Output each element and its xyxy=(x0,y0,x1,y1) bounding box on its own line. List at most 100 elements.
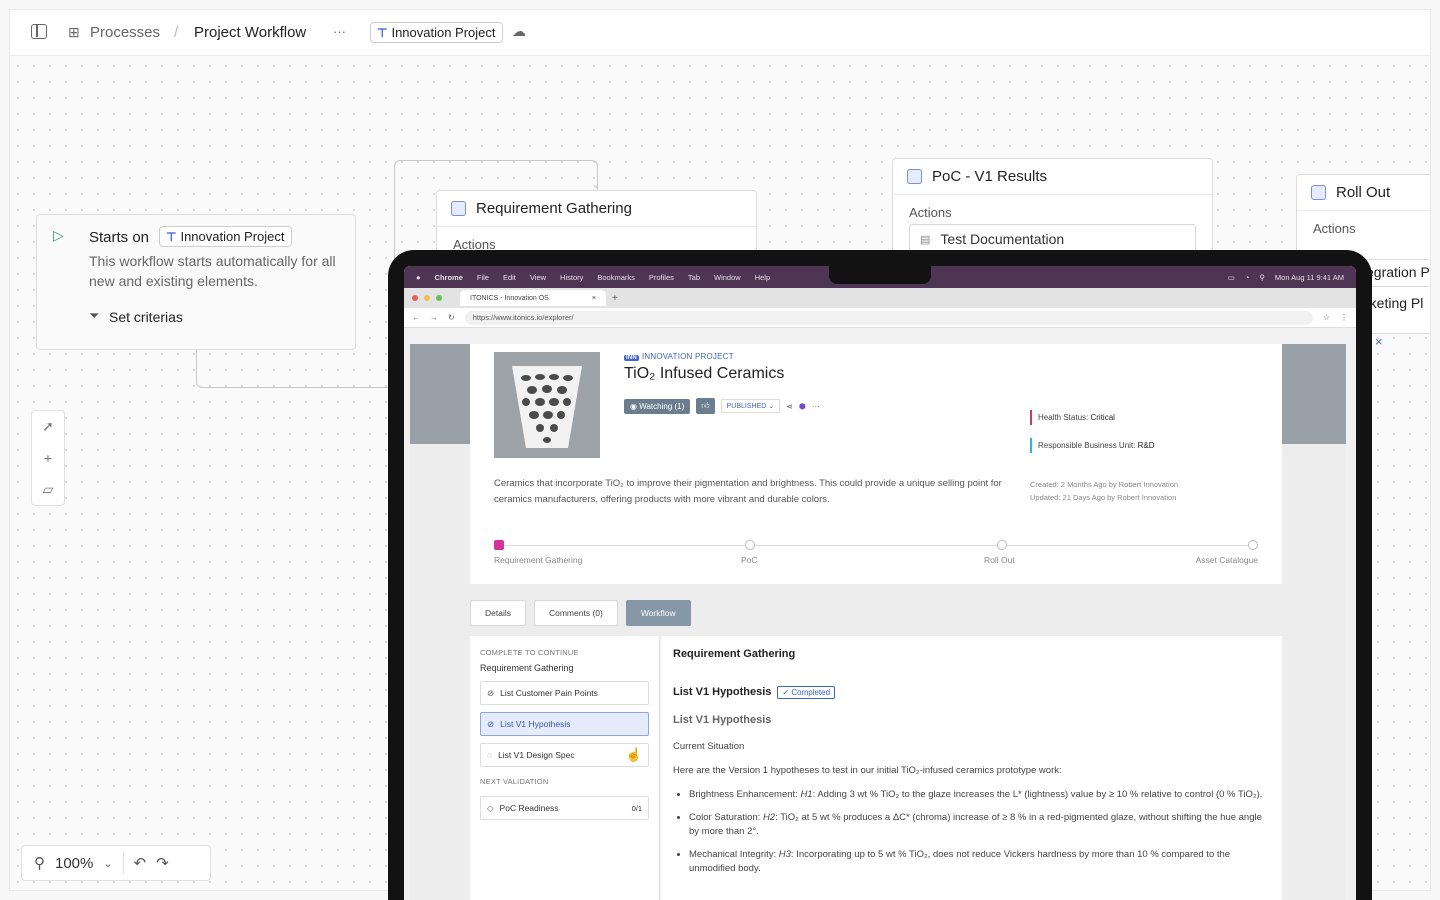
task-label: List V1 Hypothesis xyxy=(500,719,571,729)
element-type-chip[interactable]: ⊤ Innovation Project xyxy=(370,22,503,43)
chip-label: Innovation Project xyxy=(391,25,496,40)
stage-marker xyxy=(745,540,755,550)
processes-icon: ⊞ xyxy=(68,24,80,40)
minimize-window-icon[interactable] xyxy=(424,295,430,301)
check-circle-icon: ⊘ xyxy=(487,687,495,698)
validation-item[interactable]: ◇ PoC Readiness 0/1 xyxy=(480,796,649,820)
start-node-chip[interactable]: ⊤ Innovation Project xyxy=(159,226,292,247)
menu-item[interactable]: Bookmarks xyxy=(597,273,635,282)
share-icon[interactable]: ⋖ xyxy=(786,402,793,411)
pointer-icon[interactable]: ➚ xyxy=(42,418,54,435)
list-item: Color Saturation: H2: TiO₂ at 5 wt % pro… xyxy=(689,811,1270,839)
menu-item[interactable]: Help xyxy=(755,273,770,282)
clock: Mon Aug 11 9:41 AM xyxy=(1274,272,1344,282)
task-title-text: List V1 Hypothesis xyxy=(673,686,772,698)
stage-name: Requirement Gathering xyxy=(480,663,574,673)
like-icon[interactable]: 👍︎ xyxy=(696,398,715,414)
bullet-text: : TiO₂ at 5 wt % produces a ΔC* (chroma)… xyxy=(689,812,1262,837)
start-node[interactable]: ▷ Starts on ⊤ Innovation Project This wor… xyxy=(36,214,356,350)
task-title: List V1 Hypothesis ✓ Completed xyxy=(673,686,1270,699)
stage-label: Requirement Gathering xyxy=(494,555,583,565)
menu-item[interactable]: Profiles xyxy=(649,273,674,282)
apple-icon: ● xyxy=(416,272,421,282)
filter-icon: ⏷ xyxy=(89,308,100,323)
close-icon[interactable]: × xyxy=(1375,334,1383,349)
back-icon[interactable]: ← xyxy=(412,313,420,322)
canvas-toolbar: ➚ + ▱ xyxy=(31,410,65,506)
watching-label: Watching (1) xyxy=(639,401,685,411)
stage-marker xyxy=(997,540,1007,550)
stage-asset[interactable]: Asset Catalogue xyxy=(1196,540,1258,565)
forward-icon[interactable]: → xyxy=(430,313,438,322)
close-icon[interactable]: × xyxy=(592,295,596,302)
connector-line xyxy=(196,348,396,388)
app-name: Chrome xyxy=(434,272,463,282)
status-dropdown[interactable]: PUBLISHED ⌄ xyxy=(720,399,781,413)
workflow-content: Requirement Gathering List V1 Hypothesis… xyxy=(661,636,1282,900)
badge-label: Completed xyxy=(791,688,831,697)
sidebar-toggle-icon[interactable] xyxy=(31,24,47,39)
breadcrumb-separator: / xyxy=(174,24,179,41)
pin-icon: ⊤ xyxy=(166,229,177,244)
actions-label: Actions xyxy=(909,205,952,220)
tab-workflow[interactable]: Workflow xyxy=(625,600,691,626)
project-actions: ◉ Watching (1) 👍︎ PUBLISHED ⌄ ⋖ ⬢ ··· xyxy=(624,398,820,414)
hypothesis-list: Brightness Enhancement: H1: Adding 3 wt … xyxy=(673,788,1270,876)
cube-icon[interactable]: ⬢ xyxy=(799,402,806,411)
browser-tabbar: ITONICS - Innovation OS × + xyxy=(404,288,1356,308)
health-value: Critical xyxy=(1090,413,1115,422)
bullet-h: H1 xyxy=(800,789,813,800)
divider xyxy=(122,852,124,874)
cloud-icon[interactable]: ☁ xyxy=(512,23,526,40)
stage-requirement[interactable]: Requirement Gathering xyxy=(494,540,582,565)
menu-item[interactable]: Edit xyxy=(503,273,516,282)
redo-icon[interactable]: ↷ xyxy=(156,854,169,872)
stage-rollout[interactable]: Roll Out xyxy=(984,540,1015,565)
stage-label: PoC xyxy=(741,555,758,565)
bu-label: Responsible Business Unit: xyxy=(1038,441,1138,450)
tab-details[interactable]: Details xyxy=(470,600,526,626)
tab-comments[interactable]: Comments (0) xyxy=(533,600,618,626)
url-field[interactable]: https://www.itonics.io/explorer/ xyxy=(464,310,1313,325)
reload-icon[interactable]: ↻ xyxy=(448,313,455,322)
list-item: Brightness Enhancement: H1: Adding 3 wt … xyxy=(689,788,1270,802)
task-item[interactable]: ◌ List V1 Design Spec ☝ xyxy=(480,743,649,767)
chevron-down-icon[interactable]: ⌄ xyxy=(103,857,112,870)
menu-item[interactable]: History xyxy=(560,273,583,282)
intro-text: Here are the Version 1 hypotheses to tes… xyxy=(673,765,1062,776)
page-tabs: Details Comments (0) Workflow xyxy=(470,600,691,626)
menu-item[interactable]: View xyxy=(530,273,546,282)
breadcrumb-processes[interactable]: Processes xyxy=(90,24,160,41)
new-tab-icon[interactable]: + xyxy=(612,293,618,304)
menu-icon[interactable]: ⋮ xyxy=(1340,313,1348,322)
watching-button[interactable]: ◉ Watching (1) xyxy=(624,398,691,414)
project-type: INN INNOVATION PROJECT xyxy=(624,352,734,361)
workflow-heading: Requirement Gathering xyxy=(673,648,796,660)
list-item: Mechanical Integrity: H3: Incorporating … xyxy=(689,848,1270,876)
play-icon: ▷ xyxy=(53,227,64,243)
project-image xyxy=(494,352,600,458)
zoom-level[interactable]: 100% xyxy=(55,855,93,872)
top-bar: ⊞ Processes / Project Workflow ··· ⊤ Inno… xyxy=(10,10,1430,56)
more-menu-button[interactable]: ··· xyxy=(333,24,346,39)
task-item[interactable]: ⊘ List Customer Pain Points xyxy=(480,681,649,705)
browser-tab[interactable]: ITONICS - Innovation OS × xyxy=(460,290,606,306)
note-icon[interactable]: ▱ xyxy=(43,481,54,498)
add-icon[interactable]: + xyxy=(44,450,52,466)
maximize-window-icon[interactable] xyxy=(436,295,442,301)
close-window-icon[interactable] xyxy=(412,295,418,301)
workflow-sidebar: COMPLETE TO CONTINUE Requirement Gatheri… xyxy=(470,636,660,900)
stage-poc[interactable]: PoC xyxy=(741,540,758,565)
set-criteria-button[interactable]: Set criterias xyxy=(109,309,183,325)
task-item[interactable]: ⊘ List V1 Hypothesis xyxy=(480,712,649,736)
more-icon[interactable]: ··· xyxy=(812,402,820,411)
task-label: List V1 Design Spec xyxy=(498,750,575,760)
menu-item[interactable]: Tab xyxy=(688,273,700,282)
star-icon[interactable]: ☆ xyxy=(1323,313,1330,322)
menu-item[interactable]: File xyxy=(477,273,489,282)
undo-icon[interactable]: ↶ xyxy=(134,854,147,872)
project-meta: Created: 2 Months Ago by Robert Innovati… xyxy=(1030,478,1178,504)
menu-item[interactable]: Window xyxy=(714,273,741,282)
created-text: Created: 2 Months Ago by Robert Innovati… xyxy=(1030,480,1179,489)
status-label: PUBLISHED xyxy=(726,403,767,410)
